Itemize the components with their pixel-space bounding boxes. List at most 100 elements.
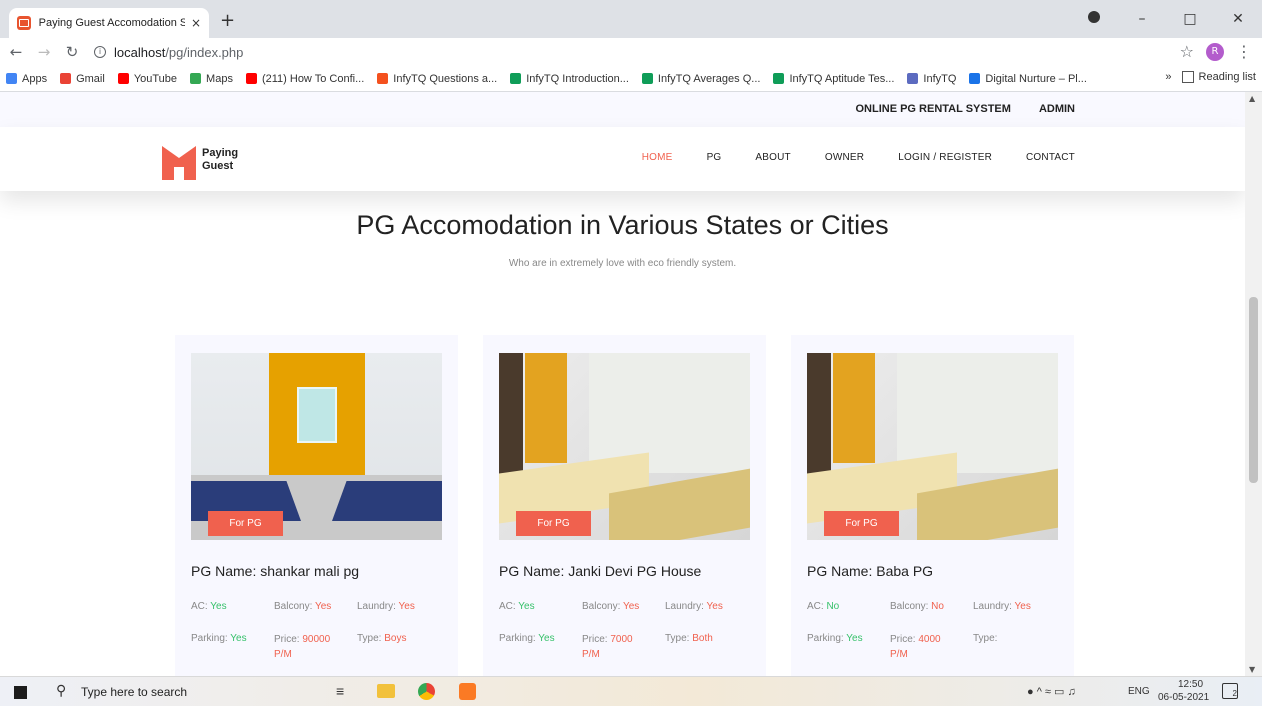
bookmark-favicon-icon (907, 73, 919, 84)
url-field[interactable]: i localhost/pg/index.php (94, 45, 243, 60)
browser-menu-icon[interactable]: ⋮ (1236, 42, 1252, 61)
for-pg-badge[interactable]: For PG (824, 511, 899, 536)
balcony-label: Balcony: (274, 601, 313, 612)
bookmark-label: InfyTQ Averages Q... (657, 72, 761, 85)
nav-about[interactable]: ABOUT (755, 152, 790, 163)
clock-time[interactable]: 12:50 (1178, 679, 1203, 690)
bookmark-favicon-icon (117, 73, 129, 84)
pg-photo[interactable]: For PG (191, 353, 442, 540)
bookmark-label: InfyTQ Aptitude Tes... (789, 72, 895, 85)
clock-date[interactable]: 06-05-2021 (1158, 692, 1209, 703)
bookmark-label: YouTube (133, 72, 178, 85)
nav-home[interactable]: HOME (642, 152, 673, 163)
scrollbar-thumb[interactable] (1249, 297, 1258, 483)
laundry-value: Yes (706, 601, 723, 612)
task-view-icon[interactable]: ≡ (336, 683, 344, 699)
reading-list-button[interactable]: Reading list (1199, 71, 1256, 83)
pg-name[interactable]: PG Name: Baba PG (807, 563, 933, 579)
section-title: PG Accomodation in Various States or Cit… (356, 210, 889, 240)
taskbar-search-input[interactable]: Type here to search (81, 685, 187, 699)
bookmark-item[interactable]: Gmail (60, 73, 105, 85)
balcony-value: Yes (314, 601, 332, 612)
parking-label: Parking: (191, 633, 228, 644)
minimize-button[interactable]: – (1118, 11, 1166, 27)
bookmark-favicon-icon (510, 73, 522, 84)
tab-close-icon[interactable]: × (191, 16, 201, 30)
media-record-icon[interactable] (1070, 11, 1118, 27)
top-link-admin[interactable]: ADMIN (1039, 103, 1075, 115)
bookmark-star-icon[interactable]: ☆ (1180, 42, 1194, 61)
bookmark-item[interactable]: InfyTQ (907, 73, 956, 85)
page-viewport: ONLINE PG RENTAL SYSTEM ADMIN Paying Gue… (0, 92, 1262, 676)
logo-text-line2: Guest (202, 160, 234, 172)
bookmark-item[interactable]: Maps (190, 73, 233, 85)
maximize-button[interactable]: □ (1166, 11, 1214, 27)
bookmark-item[interactable]: InfyTQ Introduction... (510, 73, 629, 85)
balcony-label: Balcony: (582, 601, 621, 612)
bookmark-label: (211) How To Confi... (261, 72, 365, 85)
scroll-up-arrow-icon[interactable]: ▲ (1249, 94, 1255, 103)
tab-title: Paying Guest Accomodation Syst (38, 17, 185, 29)
price-label: Price: (890, 634, 916, 645)
xampp-icon[interactable] (459, 683, 476, 700)
language-indicator[interactable]: ENG (1128, 686, 1150, 697)
pg-name[interactable]: PG Name: shankar mali pg (191, 563, 359, 579)
url-host: localhost (114, 44, 166, 60)
bookmark-label: InfyTQ Questions a... (393, 72, 498, 85)
browser-tab-bar: Paying Guest Accomodation Syst × + – □ ✕ (0, 0, 1262, 38)
page-scrollbar[interactable]: ▲ ▼ (1245, 92, 1262, 676)
house-logo-icon (162, 146, 196, 180)
bookmark-item[interactable]: InfyTQ Averages Q... (641, 72, 761, 85)
scroll-down-arrow-icon[interactable]: ▼ (1249, 665, 1255, 674)
pg-card[interactable]: For PG PG Name: Janki Devi PG House AC: … (483, 335, 766, 676)
chrome-icon[interactable] (418, 683, 435, 700)
reload-icon[interactable]: ↻ (60, 43, 84, 61)
browser-tab[interactable]: Paying Guest Accomodation Syst × (9, 8, 209, 38)
site-favicon-icon (17, 16, 31, 30)
nav-owner[interactable]: OWNER (825, 152, 864, 163)
bookmark-favicon-icon (190, 73, 202, 84)
window-controls: – □ ✕ (1070, 0, 1262, 38)
profile-avatar[interactable]: R (1206, 42, 1224, 61)
laundry-label: Laundry: (665, 601, 704, 612)
top-link-rental-system[interactable]: ONLINE PG RENTAL SYSTEM (855, 103, 1010, 115)
bookmark-favicon-icon (377, 73, 389, 84)
bookmark-item[interactable]: Apps (6, 73, 47, 85)
bookmark-item[interactable]: YouTube (117, 72, 178, 85)
site-logo[interactable]: Paying Guest (162, 140, 238, 180)
notification-icon[interactable]: 2 (1222, 683, 1238, 699)
for-pg-badge[interactable]: For PG (516, 511, 591, 536)
bookmark-favicon-icon (245, 73, 257, 84)
forward-arrow-icon[interactable]: → (32, 43, 56, 61)
url-path: /pg/index.php (165, 44, 244, 60)
balcony-value: Yes (622, 601, 640, 612)
bookmark-item[interactable]: InfyTQ Aptitude Tes... (773, 73, 894, 85)
bookmark-item[interactable]: InfyTQ Questions a... (377, 73, 497, 85)
ac-value: Yes (518, 601, 535, 612)
parking-value: Yes (846, 633, 863, 644)
windows-start-icon[interactable] (14, 686, 27, 699)
price-label: Price: (274, 634, 300, 645)
nav-pg[interactable]: PG (707, 152, 722, 163)
back-arrow-icon[interactable]: ← (4, 43, 28, 61)
bookmark-item[interactable]: (211) How To Confi... (245, 72, 365, 85)
reading-list-icon (1181, 71, 1194, 83)
site-info-icon[interactable]: i (94, 46, 106, 58)
file-explorer-icon[interactable] (377, 684, 395, 698)
nav-login-register[interactable]: LOGIN / REGISTER (898, 152, 992, 163)
pg-card[interactable]: For PG PG Name: Baba PG AC: No Balcony: … (791, 335, 1074, 676)
nav-contact[interactable]: CONTACT (1026, 152, 1075, 163)
pg-card[interactable]: For PG PG Name: shankar mali pg AC: Yes … (175, 335, 458, 676)
pg-photo[interactable]: For PG (807, 353, 1058, 540)
new-tab-button[interactable]: + (220, 10, 235, 31)
pg-name[interactable]: PG Name: Janki Devi PG House (499, 563, 701, 579)
section-subtitle: Who are in extremely love with eco frien… (508, 258, 737, 269)
more-bookmarks-icon[interactable]: » (1165, 71, 1171, 83)
bookmark-item[interactable]: Digital Nurture – Pl... (969, 73, 1087, 85)
pg-photo[interactable]: For PG (499, 353, 750, 540)
bookmark-label: Maps (206, 72, 233, 85)
search-icon[interactable]: ⚲ (56, 682, 66, 699)
system-tray-icons[interactable]: ● ^ ≈ ▭ ♫ (1027, 685, 1076, 698)
close-window-button[interactable]: ✕ (1214, 11, 1262, 27)
for-pg-badge[interactable]: For PG (208, 511, 283, 536)
